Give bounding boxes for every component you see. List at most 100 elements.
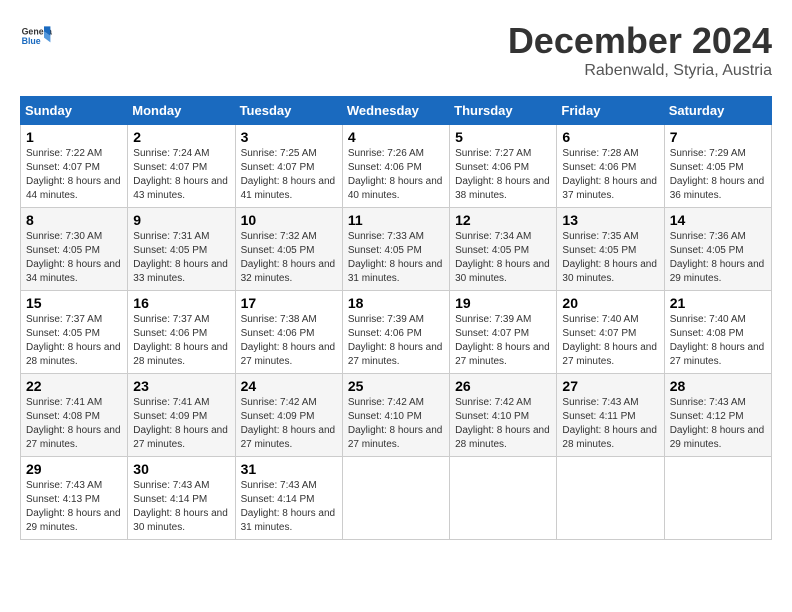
day-info: Sunrise: 7:40 AM Sunset: 4:08 PM Dayligh… (670, 313, 766, 369)
calendar-day-cell: 19 Sunrise: 7:39 AM Sunset: 4:07 PM Dayl… (450, 291, 557, 374)
day-info: Sunrise: 7:43 AM Sunset: 4:14 PM Dayligh… (241, 479, 337, 535)
calendar-day-cell: 31 Sunrise: 7:43 AM Sunset: 4:14 PM Dayl… (235, 457, 342, 540)
calendar-week-row: 8 Sunrise: 7:30 AM Sunset: 4:05 PM Dayli… (21, 208, 772, 291)
day-info: Sunrise: 7:27 AM Sunset: 4:06 PM Dayligh… (455, 147, 551, 203)
day-number: 14 (670, 212, 766, 228)
calendar-day-cell (342, 457, 449, 540)
calendar-day-cell: 5 Sunrise: 7:27 AM Sunset: 4:06 PM Dayli… (450, 125, 557, 208)
day-number: 1 (26, 129, 122, 145)
calendar-day-cell (557, 457, 664, 540)
day-info: Sunrise: 7:42 AM Sunset: 4:10 PM Dayligh… (455, 396, 551, 452)
day-info: Sunrise: 7:41 AM Sunset: 4:08 PM Dayligh… (26, 396, 122, 452)
day-of-week-header: Tuesday (235, 97, 342, 125)
day-number: 19 (455, 295, 551, 311)
day-info: Sunrise: 7:28 AM Sunset: 4:06 PM Dayligh… (562, 147, 658, 203)
day-number: 20 (562, 295, 658, 311)
day-info: Sunrise: 7:39 AM Sunset: 4:06 PM Dayligh… (348, 313, 444, 369)
month-title: December 2024 (508, 20, 772, 62)
calendar-day-cell: 27 Sunrise: 7:43 AM Sunset: 4:11 PM Dayl… (557, 374, 664, 457)
day-info: Sunrise: 7:42 AM Sunset: 4:09 PM Dayligh… (241, 396, 337, 452)
calendar-day-cell: 4 Sunrise: 7:26 AM Sunset: 4:06 PM Dayli… (342, 125, 449, 208)
logo-icon: General Blue (20, 20, 52, 52)
calendar-day-cell: 25 Sunrise: 7:42 AM Sunset: 4:10 PM Dayl… (342, 374, 449, 457)
calendar-day-cell: 20 Sunrise: 7:40 AM Sunset: 4:07 PM Dayl… (557, 291, 664, 374)
day-number: 2 (133, 129, 229, 145)
calendar-day-cell: 8 Sunrise: 7:30 AM Sunset: 4:05 PM Dayli… (21, 208, 128, 291)
day-number: 9 (133, 212, 229, 228)
day-of-week-header: Monday (128, 97, 235, 125)
calendar-day-cell: 26 Sunrise: 7:42 AM Sunset: 4:10 PM Dayl… (450, 374, 557, 457)
day-number: 12 (455, 212, 551, 228)
day-info: Sunrise: 7:43 AM Sunset: 4:14 PM Dayligh… (133, 479, 229, 535)
day-info: Sunrise: 7:37 AM Sunset: 4:06 PM Dayligh… (133, 313, 229, 369)
day-of-week-header: Saturday (664, 97, 771, 125)
day-number: 24 (241, 378, 337, 394)
day-of-week-header: Thursday (450, 97, 557, 125)
day-number: 11 (348, 212, 444, 228)
day-of-week-header: Friday (557, 97, 664, 125)
subtitle: Rabenwald, Styria, Austria (508, 62, 772, 80)
calendar-day-cell (450, 457, 557, 540)
calendar-day-cell: 18 Sunrise: 7:39 AM Sunset: 4:06 PM Dayl… (342, 291, 449, 374)
day-number: 31 (241, 461, 337, 477)
day-number: 25 (348, 378, 444, 394)
day-info: Sunrise: 7:43 AM Sunset: 4:13 PM Dayligh… (26, 479, 122, 535)
day-number: 6 (562, 129, 658, 145)
day-number: 8 (26, 212, 122, 228)
day-info: Sunrise: 7:42 AM Sunset: 4:10 PM Dayligh… (348, 396, 444, 452)
logo: General Blue (20, 20, 52, 52)
day-number: 13 (562, 212, 658, 228)
calendar-day-cell: 30 Sunrise: 7:43 AM Sunset: 4:14 PM Dayl… (128, 457, 235, 540)
title-block: December 2024 Rabenwald, Styria, Austria (508, 20, 772, 80)
day-info: Sunrise: 7:34 AM Sunset: 4:05 PM Dayligh… (455, 230, 551, 286)
day-number: 29 (26, 461, 122, 477)
calendar-day-cell: 1 Sunrise: 7:22 AM Sunset: 4:07 PM Dayli… (21, 125, 128, 208)
day-number: 30 (133, 461, 229, 477)
calendar-day-cell: 17 Sunrise: 7:38 AM Sunset: 4:06 PM Dayl… (235, 291, 342, 374)
calendar-table: SundayMondayTuesdayWednesdayThursdayFrid… (20, 96, 772, 540)
calendar-week-row: 29 Sunrise: 7:43 AM Sunset: 4:13 PM Dayl… (21, 457, 772, 540)
calendar-week-row: 22 Sunrise: 7:41 AM Sunset: 4:08 PM Dayl… (21, 374, 772, 457)
calendar-day-cell: 3 Sunrise: 7:25 AM Sunset: 4:07 PM Dayli… (235, 125, 342, 208)
day-number: 15 (26, 295, 122, 311)
calendar-day-cell: 24 Sunrise: 7:42 AM Sunset: 4:09 PM Dayl… (235, 374, 342, 457)
calendar-day-cell: 11 Sunrise: 7:33 AM Sunset: 4:05 PM Dayl… (342, 208, 449, 291)
calendar-day-cell: 23 Sunrise: 7:41 AM Sunset: 4:09 PM Dayl… (128, 374, 235, 457)
day-info: Sunrise: 7:30 AM Sunset: 4:05 PM Dayligh… (26, 230, 122, 286)
day-info: Sunrise: 7:31 AM Sunset: 4:05 PM Dayligh… (133, 230, 229, 286)
day-info: Sunrise: 7:43 AM Sunset: 4:12 PM Dayligh… (670, 396, 766, 452)
day-number: 28 (670, 378, 766, 394)
day-info: Sunrise: 7:29 AM Sunset: 4:05 PM Dayligh… (670, 147, 766, 203)
day-number: 27 (562, 378, 658, 394)
calendar-day-cell: 16 Sunrise: 7:37 AM Sunset: 4:06 PM Dayl… (128, 291, 235, 374)
day-number: 5 (455, 129, 551, 145)
day-info: Sunrise: 7:22 AM Sunset: 4:07 PM Dayligh… (26, 147, 122, 203)
page-header: General Blue December 2024 Rabenwald, St… (20, 20, 772, 80)
calendar-day-cell: 22 Sunrise: 7:41 AM Sunset: 4:08 PM Dayl… (21, 374, 128, 457)
day-number: 26 (455, 378, 551, 394)
day-number: 4 (348, 129, 444, 145)
day-info: Sunrise: 7:41 AM Sunset: 4:09 PM Dayligh… (133, 396, 229, 452)
day-header-row: SundayMondayTuesdayWednesdayThursdayFrid… (21, 97, 772, 125)
calendar-day-cell: 28 Sunrise: 7:43 AM Sunset: 4:12 PM Dayl… (664, 374, 771, 457)
day-info: Sunrise: 7:37 AM Sunset: 4:05 PM Dayligh… (26, 313, 122, 369)
calendar-day-cell: 15 Sunrise: 7:37 AM Sunset: 4:05 PM Dayl… (21, 291, 128, 374)
calendar-week-row: 1 Sunrise: 7:22 AM Sunset: 4:07 PM Dayli… (21, 125, 772, 208)
day-number: 23 (133, 378, 229, 394)
day-info: Sunrise: 7:25 AM Sunset: 4:07 PM Dayligh… (241, 147, 337, 203)
day-of-week-header: Sunday (21, 97, 128, 125)
day-number: 18 (348, 295, 444, 311)
day-number: 21 (670, 295, 766, 311)
day-info: Sunrise: 7:38 AM Sunset: 4:06 PM Dayligh… (241, 313, 337, 369)
day-number: 10 (241, 212, 337, 228)
calendar-day-cell (664, 457, 771, 540)
day-info: Sunrise: 7:26 AM Sunset: 4:06 PM Dayligh… (348, 147, 444, 203)
calendar-day-cell: 7 Sunrise: 7:29 AM Sunset: 4:05 PM Dayli… (664, 125, 771, 208)
day-number: 16 (133, 295, 229, 311)
day-info: Sunrise: 7:39 AM Sunset: 4:07 PM Dayligh… (455, 313, 551, 369)
day-info: Sunrise: 7:24 AM Sunset: 4:07 PM Dayligh… (133, 147, 229, 203)
day-info: Sunrise: 7:40 AM Sunset: 4:07 PM Dayligh… (562, 313, 658, 369)
calendar-day-cell: 13 Sunrise: 7:35 AM Sunset: 4:05 PM Dayl… (557, 208, 664, 291)
day-number: 22 (26, 378, 122, 394)
day-info: Sunrise: 7:36 AM Sunset: 4:05 PM Dayligh… (670, 230, 766, 286)
